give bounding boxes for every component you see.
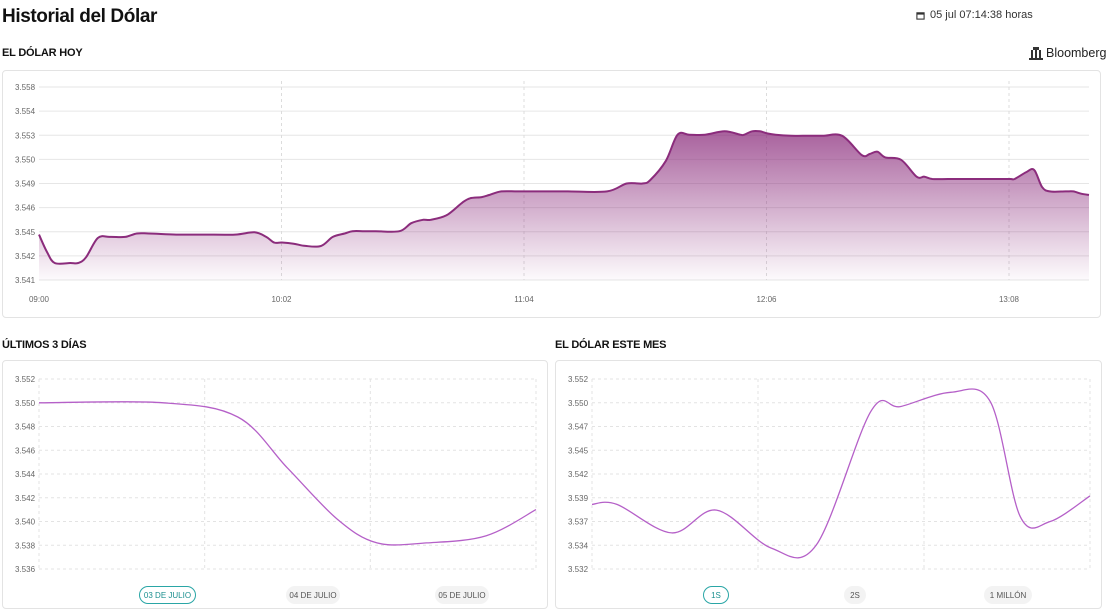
- today-chart-panel: 3.558 3.554 3.553 3.550 3.549 3.546 3.545 3.542…: [2, 70, 1101, 318]
- x-tick-label: 11:04: [514, 295, 534, 304]
- period-pill[interactable]: 1S: [703, 586, 729, 604]
- y-tick-label: 3.545: [15, 228, 36, 237]
- y-tick-label: 3.540: [15, 518, 36, 527]
- y-tick-label: 3.537: [568, 518, 589, 527]
- source-label: Bloomberg: [1046, 46, 1107, 60]
- x-tick-label: 12:06: [756, 295, 777, 304]
- series-line: [591, 388, 1091, 559]
- section-title-month: EL DÓLAR ESTE MES: [555, 339, 667, 351]
- y-tick-label: 3.538: [15, 541, 36, 550]
- y-tick-label: 3.534: [568, 541, 589, 550]
- page-title: Historial del Dólar: [2, 6, 157, 27]
- today-chart: 3.558 3.554 3.553 3.550 3.549 3.546 3.545 3.542…: [15, 81, 1090, 304]
- source: Bloomberg: [1029, 46, 1106, 60]
- y-tick-label: 3.550: [15, 155, 36, 164]
- month-chart-panel: 3.552 3.550 3.547 3.545 3.542 3.539 3.537 3.534…: [555, 360, 1102, 609]
- three-days-chart: 3.552 3.550 3.548 3.546 3.544 3.542 3.540 3.538…: [15, 375, 537, 574]
- y-tick-label: 3.542: [568, 470, 589, 479]
- y-tick-label: 3.545: [568, 446, 589, 455]
- y-tick-label: 3.553: [15, 131, 36, 140]
- period-pill[interactable]: 03 DE JULIO: [139, 586, 196, 604]
- area-fill: [39, 130, 1089, 280]
- x-tick-label: 09:00: [29, 295, 50, 304]
- y-tick-label: 3.542: [15, 494, 36, 503]
- datetime-text: 05 jul 07:14:38 horas: [930, 9, 1033, 21]
- y-tick-label: 3.550: [15, 399, 36, 408]
- y-tick-label: 3.539: [568, 494, 589, 503]
- section-title-today: EL DÓLAR HOY: [2, 47, 83, 59]
- y-tick-label: 3.541: [15, 276, 36, 285]
- y-tick-label: 3.546: [15, 204, 36, 213]
- x-tick-label: 10:02: [271, 295, 292, 304]
- y-tick-label: 3.558: [15, 83, 36, 92]
- datetime: 05 jul 07:14:38 horas: [916, 9, 1033, 21]
- y-tick-label: 3.547: [568, 423, 589, 432]
- three-days-chart-panel: 3.552 3.550 3.548 3.546 3.544 3.542 3.540 3.538…: [2, 360, 548, 609]
- y-tick-label: 3.544: [15, 470, 36, 479]
- y-tick-label: 3.554: [15, 107, 36, 116]
- y-tick-label: 3.550: [568, 399, 589, 408]
- y-tick-label: 3.548: [15, 423, 36, 432]
- y-tick-label: 3.546: [15, 446, 36, 455]
- calendar-icon: [916, 11, 925, 20]
- period-pill[interactable]: 04 DE JULIO: [286, 586, 340, 604]
- period-pill[interactable]: 2S: [844, 586, 866, 604]
- month-chart: 3.552 3.550 3.547 3.545 3.542 3.539 3.537 3.534…: [568, 375, 1091, 574]
- y-tick-label: 3.536: [15, 565, 36, 574]
- period-pill[interactable]: 1 MILLÓN: [984, 586, 1032, 604]
- bank-building-icon: [1029, 47, 1043, 60]
- y-tick-label: 3.549: [15, 180, 36, 189]
- x-tick-label: 13:08: [999, 295, 1020, 304]
- y-tick-label: 3.552: [15, 375, 36, 384]
- section-title-three-days: ÚLTIMOS 3 DÍAS: [2, 339, 87, 351]
- y-tick-label: 3.542: [15, 252, 36, 261]
- y-tick-label: 3.532: [568, 565, 589, 574]
- y-tick-label: 3.552: [568, 375, 589, 384]
- period-pill[interactable]: 05 DE JULIO: [435, 586, 489, 604]
- series-line: [38, 401, 537, 546]
